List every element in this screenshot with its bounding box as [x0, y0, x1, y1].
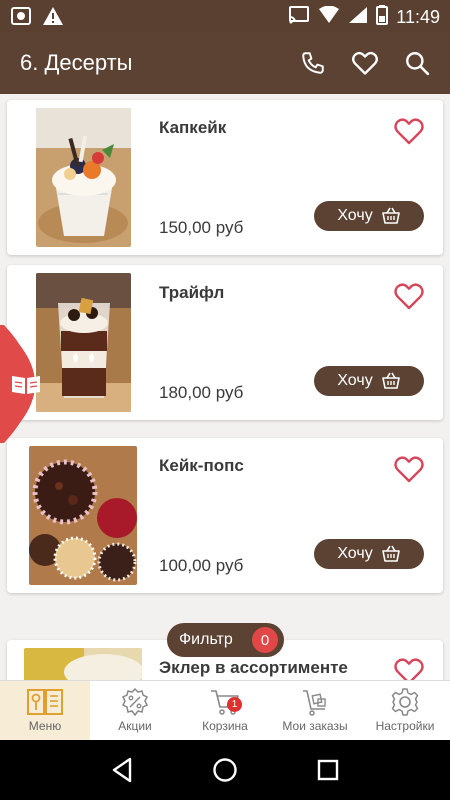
signal-icon: [348, 6, 368, 29]
warning-icon: [42, 6, 64, 31]
side-menu-tab[interactable]: [0, 325, 62, 443]
battery-icon: [376, 5, 389, 30]
phone-button[interactable]: [298, 48, 328, 78]
product-card[interactable]: Трайфл 180,00 руб Хочу: [7, 265, 443, 420]
filter-button[interactable]: Фильтр 0: [167, 623, 284, 657]
product-name: Трайфл: [159, 283, 225, 302]
page-title: 6. Десерты: [20, 50, 133, 75]
nav-promotions[interactable]: Акции: [90, 681, 180, 740]
menu-book-icon: [27, 689, 63, 715]
heart-outline-icon: [394, 118, 424, 145]
cart-count-badge: 1: [227, 697, 242, 712]
product-card[interactable]: Кейк-попс 100,00 руб Хочу: [7, 438, 443, 593]
search-button[interactable]: [402, 48, 432, 78]
filter-count-badge: 0: [252, 627, 278, 653]
clock-time: 11:49: [396, 7, 440, 27]
basket-icon: [381, 545, 400, 562]
product-name: Капкейк: [159, 118, 227, 137]
want-button[interactable]: Хочу: [314, 201, 424, 231]
product-list[interactable]: Капкейк 150,00 руб Хочу Трайфл 180,00 ру…: [0, 94, 450, 680]
system-back-button[interactable]: [107, 755, 137, 785]
nav-promotions-label: Акции: [118, 719, 152, 733]
back-triangle-icon: [112, 757, 131, 783]
app-screen: 11:49 6. Десерты Капкейк 150,00 руб Хочу…: [0, 0, 450, 800]
favorite-button[interactable]: [393, 116, 425, 146]
phone-icon: [302, 52, 324, 74]
favorites-button[interactable]: [350, 48, 380, 78]
gear-icon: [391, 688, 419, 716]
nav-menu-label: Меню: [28, 719, 62, 733]
home-circle-icon: [213, 758, 237, 782]
product-photo-cake-pops[interactable]: [29, 446, 137, 585]
bottom-nav: Меню Акции 1 Корзина Мои заказы Настройк…: [0, 680, 450, 740]
percent-badge-icon: [121, 687, 149, 717]
filter-label: Фильтр: [179, 631, 233, 648]
app-bar: 6. Десерты: [0, 32, 450, 94]
want-button-label: Хочу: [337, 545, 373, 562]
favorite-button[interactable]: [393, 656, 425, 680]
system-home-button[interactable]: [210, 755, 240, 785]
search-icon: [406, 52, 430, 76]
want-button[interactable]: Хочу: [314, 366, 424, 396]
want-button[interactable]: Хочу: [314, 539, 424, 569]
product-photo-cupcake[interactable]: [36, 108, 131, 247]
status-bar: 11:49: [0, 0, 450, 32]
heart-outline-icon: [394, 283, 424, 310]
product-name: Кейк-попс: [159, 456, 244, 475]
basket-icon: [381, 372, 400, 389]
nav-settings[interactable]: Настройки: [360, 681, 450, 740]
heart-icon: [352, 51, 378, 75]
product-name: Эклер в ассортименте: [159, 658, 348, 677]
recents-square-icon: [318, 759, 339, 781]
nav-settings-label: Настройки: [375, 719, 435, 733]
system-recents-button[interactable]: [313, 755, 343, 785]
heart-outline-icon: [394, 456, 424, 483]
product-photo-eclair[interactable]: [24, 648, 142, 680]
system-nav-bar: [0, 740, 450, 800]
wifi-icon: [318, 5, 340, 29]
want-button-label: Хочу: [337, 372, 373, 389]
nav-my-orders[interactable]: Мои заказы: [270, 681, 360, 740]
nav-cart[interactable]: 1 Корзина: [180, 681, 270, 740]
product-price: 100,00 руб: [159, 556, 244, 575]
product-price: 180,00 руб: [159, 383, 244, 402]
cast-icon: [288, 6, 310, 29]
want-button-label: Хочу: [337, 207, 373, 224]
product-price: 150,00 руб: [159, 218, 244, 237]
favorite-button[interactable]: [393, 454, 425, 484]
nav-cart-label: Корзина: [202, 719, 248, 733]
nav-menu[interactable]: Меню: [0, 681, 90, 740]
heart-outline-icon: [394, 658, 424, 680]
delivery-cart-icon: [303, 690, 326, 716]
basket-icon: [381, 207, 400, 224]
product-card[interactable]: Капкейк 150,00 руб Хочу: [7, 100, 443, 255]
favorite-button[interactable]: [393, 281, 425, 311]
nav-my-orders-label: Мои заказы: [282, 719, 348, 733]
screenshot-icon: [10, 6, 32, 31]
